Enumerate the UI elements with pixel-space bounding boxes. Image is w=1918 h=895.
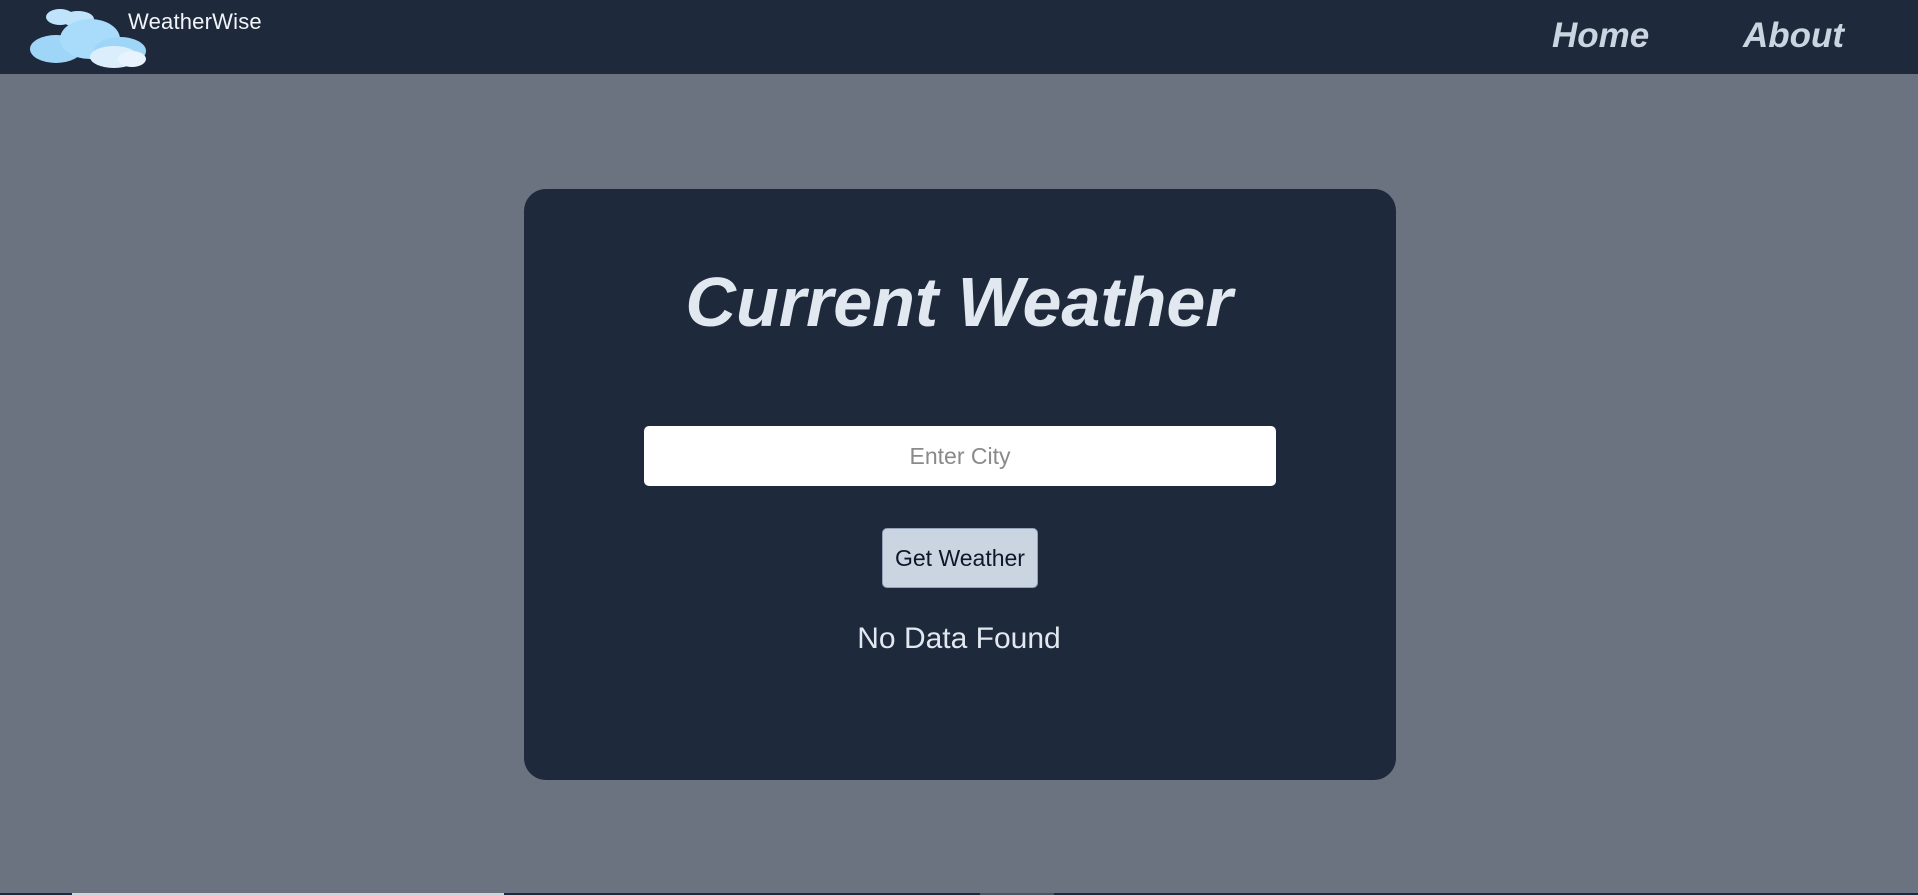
navbar: WeatherWise Home About xyxy=(0,0,1918,74)
page-title: Current Weather xyxy=(685,263,1233,341)
brand-name: WeatherWise xyxy=(128,9,262,34)
nav-link-about[interactable]: About xyxy=(1743,16,1844,56)
city-input[interactable] xyxy=(644,426,1276,486)
status-message: No Data Found xyxy=(857,622,1061,655)
nav-link-home[interactable]: Home xyxy=(1552,16,1649,56)
get-weather-button[interactable]: Get Weather xyxy=(882,528,1038,588)
